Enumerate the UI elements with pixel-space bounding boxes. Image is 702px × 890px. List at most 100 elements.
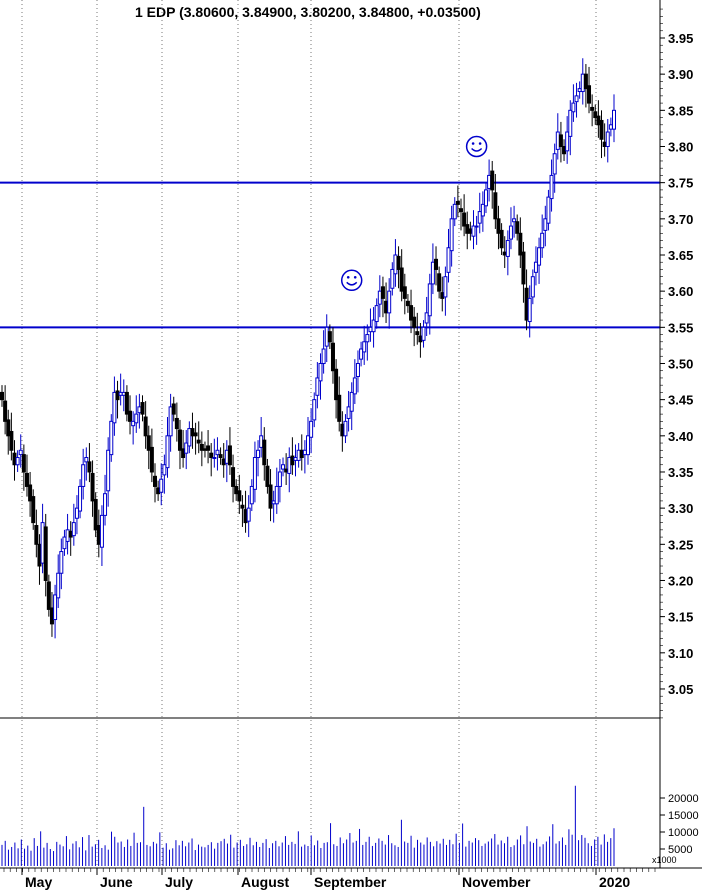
candle-body [449,218,454,252]
candle-body [184,442,189,454]
candle-body [480,203,485,217]
candle-body [153,475,157,487]
candle-body [237,490,242,502]
candle-body [533,261,538,273]
candle-body [612,109,616,130]
candle-body [240,504,245,509]
candle-body [21,454,26,473]
candle-body [202,448,207,451]
candle-body [312,399,317,421]
candle-body [31,496,36,524]
candle-body [227,445,232,466]
candle-body [159,478,164,493]
price-tick-label: 3.85 [668,103,693,118]
candle-body [309,420,314,438]
candle-body [324,326,329,347]
candle-body [443,276,448,298]
candle-body [121,391,126,396]
price-tick-label: 3.40 [668,429,693,444]
volume-tick-label: 15000 [668,810,699,822]
candle-body [299,449,304,459]
candle-body [387,290,392,314]
candle-body [537,247,542,266]
candle-body [518,232,523,256]
candle-body [505,240,510,257]
candle-body [374,305,379,323]
candle-body [212,457,217,460]
candle-body [543,218,548,231]
candle-body [440,292,445,299]
smiley-icon [340,269,363,292]
candle-body [337,394,342,422]
candle-body [390,268,395,289]
candle-body [380,286,385,299]
candle-body [134,413,139,424]
candle-body [558,134,563,147]
candle-body [496,218,501,234]
candle-body [343,420,348,437]
candle-body [571,102,576,113]
axes: x1000 [0,0,702,869]
candle-body [59,551,64,574]
candle-body [146,435,151,451]
volume-tick-label: 10000 [668,827,699,839]
candle-body [177,429,182,451]
price-tick-label: 3.30 [668,501,693,516]
candle-body [396,255,401,270]
month-label: May [25,874,52,890]
candle-body [499,229,504,249]
price-tick-label: 3.75 [668,176,693,191]
price-ticks: 3.95 3.90 3.85 3.80 3.75 3.70 3.65 3.60 3.55 3.50… [660,8,693,719]
candle-body [290,455,295,466]
candle-body [352,377,357,395]
volume-ticks: 20000 15000 10000 5000 [660,793,699,856]
candle-body [87,461,92,473]
candle-body [71,522,76,537]
candle-body [552,153,557,175]
candle-body [252,457,257,490]
price-tick-label: 3.20 [668,573,693,588]
candle-body [471,225,476,237]
price-tick-label: 3.25 [668,537,693,552]
candle-body [34,525,39,545]
candle-body [302,449,307,456]
candle-body [321,348,326,364]
candle-body [206,445,211,451]
candle-body [412,316,417,328]
candle-body [259,435,264,448]
price-tick-label: 3.15 [668,610,693,625]
candle-body [124,391,129,415]
candle-body [90,472,95,502]
candle-body [165,435,170,469]
candle-body [608,124,613,130]
price-candles [0,58,616,639]
candle-body [540,232,545,249]
candle-body [465,224,470,234]
candle-body [65,529,70,542]
candle-body [12,452,17,466]
stock-chart: 1 EDP (3.80600, 3.84900, 3.80200, 3.8480… [0,0,702,890]
candle-body [284,468,289,473]
candle-body [493,192,498,220]
candle-body [187,428,192,447]
candle-body [368,326,373,333]
candle-body [265,465,270,487]
month-ticks: May June July August September November 2020 [3,868,656,890]
volume-unit-label: x1000 [652,855,677,865]
candle-body [106,449,111,492]
candle-body [209,452,214,459]
candle-body [349,391,354,412]
candle-body [181,448,186,459]
candle-body [365,334,370,343]
price-tick-label: 3.45 [668,393,693,408]
candle-body [274,485,279,505]
candle-body [56,572,61,599]
candle-body [434,258,439,270]
candle-body [78,485,83,512]
candle-body [455,200,460,205]
candle-body [243,509,248,524]
candle-body [84,457,89,463]
candle-body [140,402,145,415]
candle-body [6,419,11,437]
candle-body [99,514,104,548]
